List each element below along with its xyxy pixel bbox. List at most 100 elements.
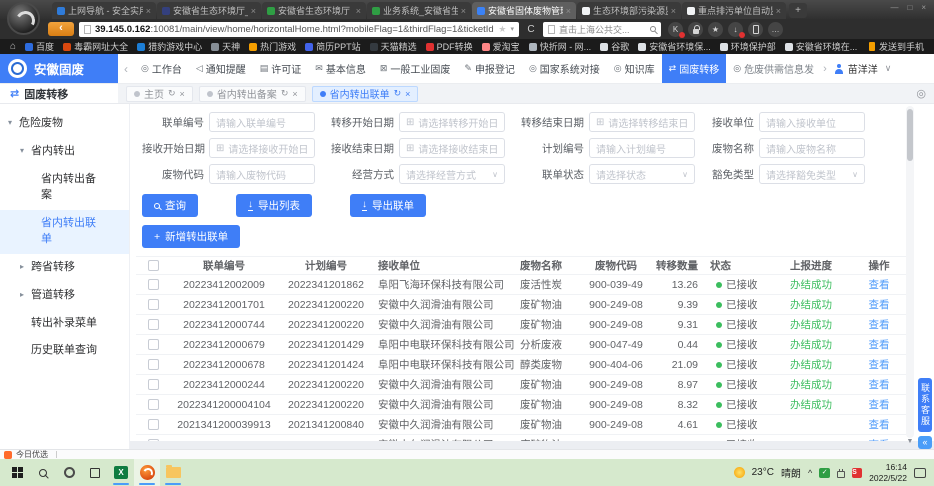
sidebar-item[interactable]: ▾危险废物 — [0, 110, 129, 138]
form-input[interactable]: 请输入废物名称 — [759, 138, 865, 158]
bookmark-item[interactable]: 天神 — [211, 40, 240, 53]
search-icon[interactable] — [650, 26, 656, 32]
form-input[interactable]: 请输入计划编号 — [589, 138, 695, 158]
tab-close-icon[interactable]: × — [292, 89, 297, 99]
row-checkbox[interactable] — [148, 299, 159, 310]
tree-arrow-icon[interactable]: ▾ — [20, 144, 31, 157]
tab-refresh-icon[interactable]: ↻ — [168, 88, 176, 99]
browser-tab[interactable]: 生态环境部污染源监...× — [577, 2, 681, 19]
row-checkbox[interactable] — [148, 379, 159, 390]
nav-item[interactable]: ◎工作台 — [134, 54, 189, 83]
notification-center-icon[interactable] — [914, 468, 926, 478]
scrollbar-thumb[interactable] — [907, 109, 913, 161]
mobile-sync-button[interactable] — [748, 22, 763, 37]
refresh-button[interactable]: C — [524, 24, 538, 35]
form-input[interactable]: ⊞请选择转移结束日期 — [589, 112, 695, 132]
excel-taskbar-button[interactable]: X — [108, 459, 134, 486]
cortana-button[interactable] — [56, 459, 82, 486]
sidebar-item[interactable]: 转出补录菜单 — [0, 310, 129, 338]
vertical-scrollbar[interactable] — [906, 106, 914, 438]
app-tray-icon[interactable]: S — [852, 468, 862, 478]
form-input[interactable]: ⊞请选择接收开始日期 — [209, 138, 315, 158]
page-tab[interactable]: 主页↻× — [126, 86, 193, 102]
user-caret-icon[interactable]: ∨ — [885, 63, 892, 74]
new-tab-button[interactable]: + — [789, 3, 807, 18]
tab-close-icon[interactable]: × — [251, 6, 256, 16]
tree-arrow-icon[interactable]: ▸ — [20, 260, 31, 273]
browser-search-box[interactable]: 直击上海公共交... — [543, 22, 661, 37]
url-dropdown-icon[interactable]: ▾ — [510, 25, 514, 33]
start-button[interactable] — [4, 459, 30, 486]
minimize-button[interactable]: — — [890, 3, 898, 12]
bookmark-item[interactable]: 环境保护部 — [720, 40, 776, 53]
browser-tab[interactable]: 安徽省生态环境厅_...× — [157, 2, 261, 19]
downloads-button[interactable]: ↓ — [728, 22, 743, 37]
task-view-button[interactable] — [82, 459, 108, 486]
sidebar-item[interactable]: ▸跨省转移 — [0, 254, 129, 282]
view-link[interactable]: 查看 — [869, 279, 890, 291]
nav-item[interactable]: ◎知识库 — [607, 54, 662, 83]
bookmark-item[interactable]: 简历PPT站 — [305, 40, 361, 53]
bookmark-item[interactable]: 爱淘宝 — [482, 40, 520, 53]
file-explorer-button[interactable] — [160, 459, 186, 486]
view-link[interactable]: 查看 — [869, 419, 890, 431]
tab-refresh-icon[interactable]: ↻ — [281, 88, 289, 99]
browser-tab[interactable]: 安徽省固体废物管理× — [472, 2, 576, 19]
tab-close-icon[interactable]: × — [461, 6, 466, 16]
view-link[interactable]: 查看 — [869, 359, 890, 371]
tab-close-icon[interactable]: × — [180, 89, 185, 99]
favorites-button[interactable]: ★ — [708, 22, 723, 37]
row-checkbox[interactable] — [148, 419, 159, 430]
tab-close-icon[interactable]: × — [776, 6, 781, 16]
nav-item[interactable]: ⇄固废转移 — [662, 54, 727, 83]
tab-close-icon[interactable]: × — [356, 6, 361, 16]
nav-item[interactable]: ◁通知提醒 — [189, 54, 253, 83]
row-checkbox[interactable] — [148, 399, 159, 410]
nav-item[interactable]: ✉基本信息 — [308, 54, 373, 83]
form-input[interactable]: ⊞请选择接收结束日期 — [399, 138, 505, 158]
nav-item[interactable]: ✎申报登记 — [457, 54, 522, 83]
form-input[interactable]: 请输入接收单位 — [759, 112, 865, 132]
usb-tray-icon[interactable] — [837, 471, 845, 478]
restore-button[interactable]: □ — [907, 3, 912, 12]
bookmark-item[interactable]: 快折网 - 网... — [529, 40, 592, 53]
home-icon[interactable]: ⌂ — [10, 41, 16, 52]
sidebar-item[interactable]: 省内转出备案 — [0, 166, 129, 210]
tabs-options-icon[interactable]: ◎ — [916, 87, 926, 100]
select-all-checkbox[interactable] — [148, 260, 159, 271]
bookmark-item[interactable]: 毒霸网址大全 — [63, 40, 128, 53]
collapse-widget-button[interactable]: « — [918, 436, 932, 449]
tab-refresh-icon[interactable]: ↻ — [394, 88, 402, 99]
user-menu[interactable]: 苗洋洋 — [829, 61, 883, 76]
browser-tab[interactable]: 上网导航 - 安全实用...× — [52, 2, 156, 19]
nav-scroll-right-icon[interactable]: › — [821, 63, 829, 75]
weather-desc[interactable]: 晴朗 — [781, 465, 801, 480]
view-link[interactable]: 查看 — [869, 399, 890, 411]
view-link[interactable]: 查看 — [869, 339, 890, 351]
weather-temp[interactable]: 23°C — [752, 467, 774, 478]
view-link[interactable]: 查看 — [869, 379, 890, 391]
close-button[interactable]: × — [921, 3, 926, 12]
form-select[interactable]: 请选择豁免类型∨ — [759, 164, 865, 184]
tab-close-icon[interactable]: × — [671, 6, 676, 16]
view-link[interactable]: 查看 — [869, 299, 890, 311]
nav-item[interactable]: ◎国家系统对接 — [522, 54, 607, 83]
bookmark-item[interactable]: 百度 — [25, 40, 54, 53]
menu-button[interactable]: … — [768, 22, 783, 37]
browser-taskbar-button[interactable] — [134, 459, 160, 486]
page-tab[interactable]: 省内转出联单↻× — [312, 86, 419, 102]
sidebar-item[interactable]: 省内转出联单 — [0, 210, 129, 254]
row-checkbox[interactable] — [148, 279, 159, 290]
export-sheet-button[interactable]: ↓导出联单 — [350, 194, 426, 217]
bookmark-item[interactable]: 谷歌 — [600, 40, 629, 53]
bookmark-item[interactable]: 猎豹游戏中心 — [137, 40, 202, 53]
nav-item[interactable]: ⊠一般工业固废 — [373, 54, 458, 83]
form-input[interactable]: ⊞请选择转移开始日期 — [399, 112, 505, 132]
sidebar-item[interactable]: ▾省内转出 — [0, 138, 129, 166]
browser-tab[interactable]: 重点排污单位自动监...× — [682, 2, 786, 19]
tree-arrow-icon[interactable]: ▸ — [20, 288, 31, 301]
tab-close-icon[interactable]: × — [566, 6, 571, 16]
favorite-star-icon[interactable]: ★ — [498, 24, 506, 35]
back-button[interactable]: ‹ — [48, 22, 74, 36]
browser-logo-icon[interactable] — [7, 2, 40, 35]
